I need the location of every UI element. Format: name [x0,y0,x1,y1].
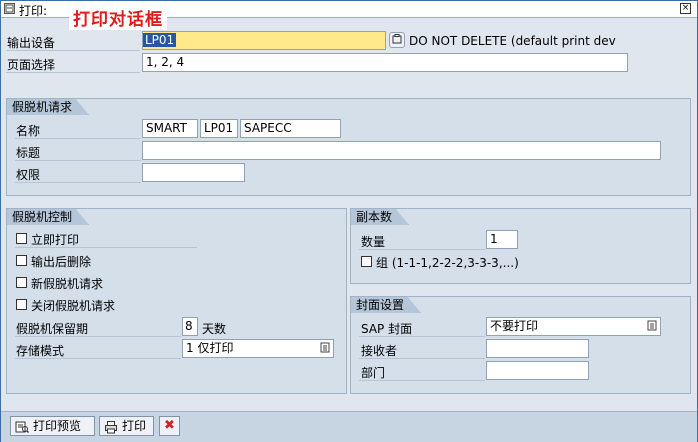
print-window-icon [4,3,15,14]
label-underline [6,72,140,73]
recipient-label: 接收者 [361,344,398,358]
page-select-label: 页面选择 [7,58,56,72]
print-label: 打印 [122,419,147,433]
sap-cover-label: SAP 封面 [361,322,413,336]
label-underline [15,138,141,139]
print-immediately-label: 立即打印 [31,233,80,247]
department-input[interactable] [486,361,589,380]
cancel-button[interactable]: ✖ [159,416,180,436]
sap-cover-value: 不要打印 [490,319,539,333]
label-underline [359,358,485,359]
name-label: 名称 [16,124,41,138]
new-spool-request-label: 新假脱机请求 [31,277,104,291]
retention-label: 假脱机保留期 [16,322,89,336]
spool-request-title: 假脱机请求 [6,98,89,115]
spool-request-group: 假脱机请求 名称 SMART LP01 SAPECC 标题 权限 [6,98,691,196]
label-underline [359,249,485,250]
storage-mode-select[interactable]: 1 仅打印 [182,339,334,358]
output-device-desc: DO NOT DELETE (default print dev [409,34,616,48]
dropdown-list-icon[interactable] [319,342,331,355]
printer-icon [104,420,118,434]
label-underline [359,380,485,381]
print-button[interactable]: 打印 [99,416,154,436]
storage-mode-label: 存储模式 [16,344,65,358]
sap-cover-select[interactable]: 不要打印 [486,317,661,336]
spool-title-label: 标题 [16,146,41,160]
print-immediately-checkbox[interactable] [16,233,27,244]
spool-control-group: 假脱机控制 立即打印 输出后删除 新假脱机请求 关闭假脱机请求 假脱机保留期 8… [6,208,347,394]
close-spool-request-checkbox[interactable] [16,299,27,310]
cancel-icon: ✖ [164,418,175,433]
group-copies-label: 组 (1-1-1,2-2-2,3-3-3,...) [376,256,519,270]
page-select-input[interactable]: 1, 2, 4 [142,53,628,72]
output-device-value: LP01 [143,33,177,47]
bottom-toolbar: 打印预览 打印 ✖ [1,411,697,442]
label-underline [15,247,197,248]
spool-control-title: 假脱机控制 [6,208,89,225]
department-label: 部门 [361,366,386,380]
label-underline [15,182,141,183]
close-button[interactable]: × [680,3,691,14]
spool-name-part2[interactable]: LP01 [200,119,238,138]
delete-after-output-label: 输出后删除 [31,255,92,269]
group-copies-checkbox[interactable] [361,256,372,267]
delete-after-output-checkbox[interactable] [16,255,27,266]
cover-settings-group: 封面设置 SAP 封面 不要打印 接收者 部门 [350,296,691,394]
recipient-input[interactable] [486,339,589,358]
cover-settings-title: 封面设置 [350,296,421,313]
output-device-field[interactable]: LP01 [142,31,386,50]
label-underline [15,336,181,337]
print-preview-label: 打印预览 [33,419,82,433]
copies-title: 副本数 [350,208,409,225]
label-underline [6,50,140,51]
print-dialog-window: 打印: × 打印对话框 输出设备 LP01 DO NOT DELETE (def… [0,0,698,442]
print-preview-icon [15,420,30,434]
spool-name-part1[interactable]: SMART [142,119,198,138]
close-spool-request-label: 关闭假脱机请求 [31,299,116,313]
copies-group: 副本数 数量 1 组 (1-1-1,2-2-2,3-3-3,...) [350,208,691,284]
label-underline [359,336,485,337]
device-help-icon[interactable] [389,32,405,48]
auth-label: 权限 [16,168,41,182]
dropdown-list-icon[interactable] [646,320,658,333]
quantity-input[interactable]: 1 [486,230,518,249]
retention-input[interactable]: 8 [182,317,198,336]
quantity-label: 数量 [361,235,386,249]
label-underline [15,358,181,359]
spool-name-part3[interactable]: SAPECC [240,119,341,138]
label-underline [15,160,141,161]
retention-unit: 天数 [202,322,227,336]
output-device-label: 输出设备 [7,36,56,50]
spool-title-input[interactable] [142,141,661,160]
window-title: 打印: [19,4,48,18]
auth-input[interactable] [142,163,245,182]
dialog-banner: 打印对话框 [69,5,167,30]
new-spool-request-checkbox[interactable] [16,277,27,288]
storage-mode-value: 1 仅打印 [186,341,234,355]
print-preview-button[interactable]: 打印预览 [10,416,95,436]
